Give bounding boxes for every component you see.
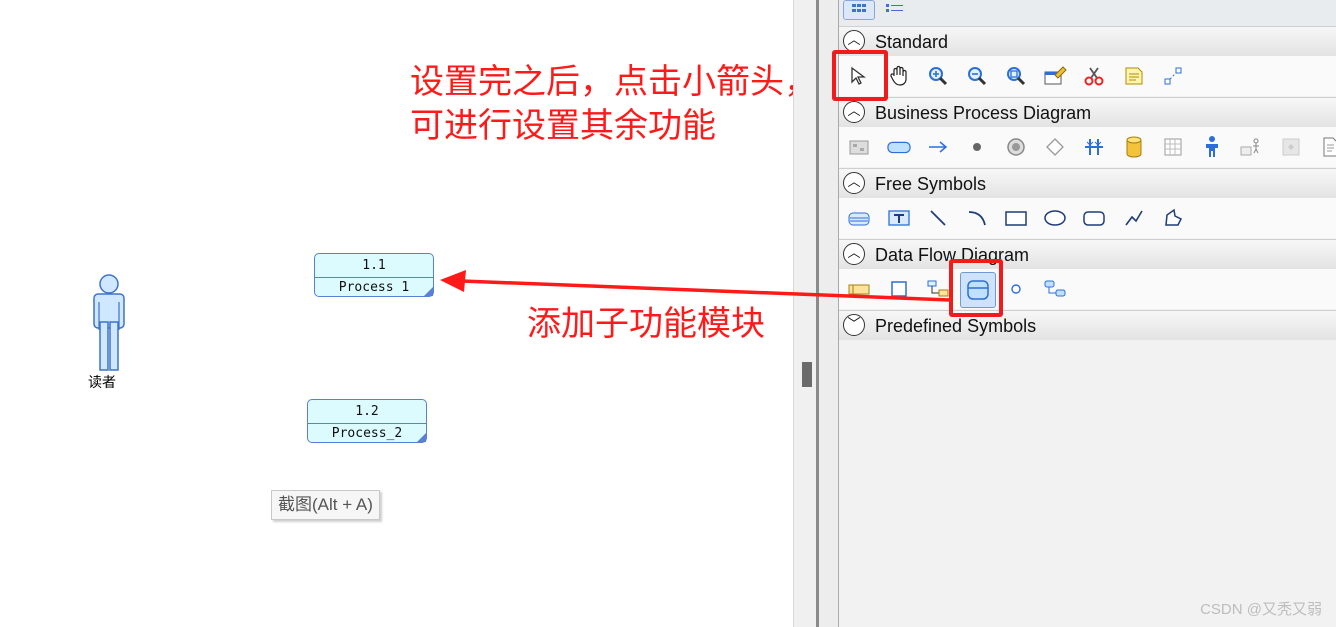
process-name: Process_2 [331, 426, 403, 441]
blank-icon[interactable] [1279, 135, 1303, 159]
link-icon[interactable] [1161, 64, 1185, 88]
circle-icon[interactable] [1004, 277, 1028, 301]
dfd-tools [839, 269, 1336, 309]
document-icon[interactable] [1318, 135, 1336, 159]
zoom-fit-icon[interactable] [1004, 64, 1028, 88]
pool-icon[interactable] [847, 135, 871, 159]
process-name: Process 1 [338, 280, 410, 295]
section-title: Business Process Diagram [875, 103, 1092, 123]
annotation-line-2: 可进行设置其余功能 [410, 106, 716, 146]
flow-icon[interactable] [926, 277, 950, 301]
panel-splitter[interactable] [793, 0, 819, 627]
section-free-symbols[interactable]: ︿ Free Symbols [839, 168, 1336, 198]
palette-view-bar [839, 0, 1336, 27]
corner-fold [424, 287, 433, 296]
task-icon[interactable] [887, 135, 911, 159]
data-link-icon[interactable] [1043, 277, 1067, 301]
gateway-icon[interactable] [1043, 135, 1067, 159]
polygon-icon[interactable] [1161, 206, 1185, 230]
message-icon[interactable] [1239, 135, 1263, 159]
highlight-process-tool [949, 259, 1003, 317]
section-standard[interactable]: ︿ Standard [839, 26, 1336, 56]
polyline-icon[interactable] [1122, 206, 1146, 230]
diagram-canvas[interactable]: 读者 1.1 Process 1 1.2 Process_2 截图(Alt + … [0, 0, 818, 627]
section-predefined-symbols[interactable]: ﹀ Predefined Symbols [839, 310, 1336, 340]
expand-icon[interactable]: ﹀ [843, 314, 865, 336]
corner-fold [417, 433, 426, 442]
actor-icon[interactable] [1200, 135, 1224, 159]
rectangle-icon[interactable] [1004, 206, 1028, 230]
cut-icon[interactable] [1082, 64, 1106, 88]
zoom-in-icon[interactable] [926, 64, 950, 88]
table-icon[interactable] [1161, 135, 1185, 159]
collapse-icon[interactable]: ︿ [843, 30, 865, 52]
collapse-icon[interactable]: ︿ [843, 243, 865, 265]
watermark: CSDN @又秃又弱 [1200, 601, 1322, 618]
actor-label: 读者 [88, 375, 116, 391]
flow-arrow-icon[interactable] [926, 135, 950, 159]
free-tools [839, 198, 1336, 238]
collapse-icon[interactable]: ︿ [843, 172, 865, 194]
annotation-middle: 添加子功能模块 [527, 304, 765, 344]
grid-view-icon[interactable] [843, 0, 875, 20]
symbol-palette: ︿ Standard ︿ Business Process Diagram ︿ … [819, 0, 1336, 627]
line-icon[interactable] [926, 206, 950, 230]
hand-icon[interactable] [887, 64, 911, 88]
text-icon[interactable] [887, 206, 911, 230]
dot-icon[interactable] [965, 135, 989, 159]
standard-tools [839, 56, 1336, 96]
collapse-icon[interactable]: ︿ [843, 101, 865, 123]
stack-icon[interactable] [847, 206, 871, 230]
annotation-top: 设置完之后，点击小箭头， 可进行设置其余功能 [410, 60, 818, 148]
screenshot-tooltip: 截图(Alt + A) [271, 490, 380, 520]
data-store-icon[interactable] [1122, 135, 1146, 159]
event-icon[interactable] [1004, 135, 1028, 159]
note-icon[interactable] [1122, 64, 1146, 88]
process-box-2[interactable]: 1.2 Process_2 [307, 399, 427, 443]
list-view-icon[interactable] [879, 0, 911, 20]
section-data-flow[interactable]: ︿ Data Flow Diagram [839, 239, 1336, 269]
fork-icon[interactable] [1082, 135, 1106, 159]
process-number: 1.1 [315, 254, 433, 278]
actor-reader[interactable] [86, 272, 132, 376]
section-title: Predefined Symbols [875, 316, 1037, 336]
zoom-out-icon[interactable] [965, 64, 989, 88]
highlight-pointer-tool [832, 50, 888, 101]
scrollbar-thumb[interactable] [802, 362, 812, 387]
properties-icon[interactable] [1043, 64, 1067, 88]
arc-icon[interactable] [965, 206, 989, 230]
section-title: Free Symbols [875, 174, 987, 194]
rounded-rect-icon[interactable] [1082, 206, 1106, 230]
process-number: 1.2 [308, 400, 426, 424]
ellipse-icon[interactable] [1043, 206, 1067, 230]
section-business-process[interactable]: ︿ Business Process Diagram [839, 97, 1336, 127]
square-icon[interactable] [887, 277, 911, 301]
annotation-line-1: 设置完之后，点击小箭头， [410, 62, 818, 102]
process-box-1[interactable]: 1.1 Process 1 [314, 253, 434, 297]
external-entity-icon[interactable] [847, 277, 871, 301]
bpd-tools [839, 127, 1336, 167]
